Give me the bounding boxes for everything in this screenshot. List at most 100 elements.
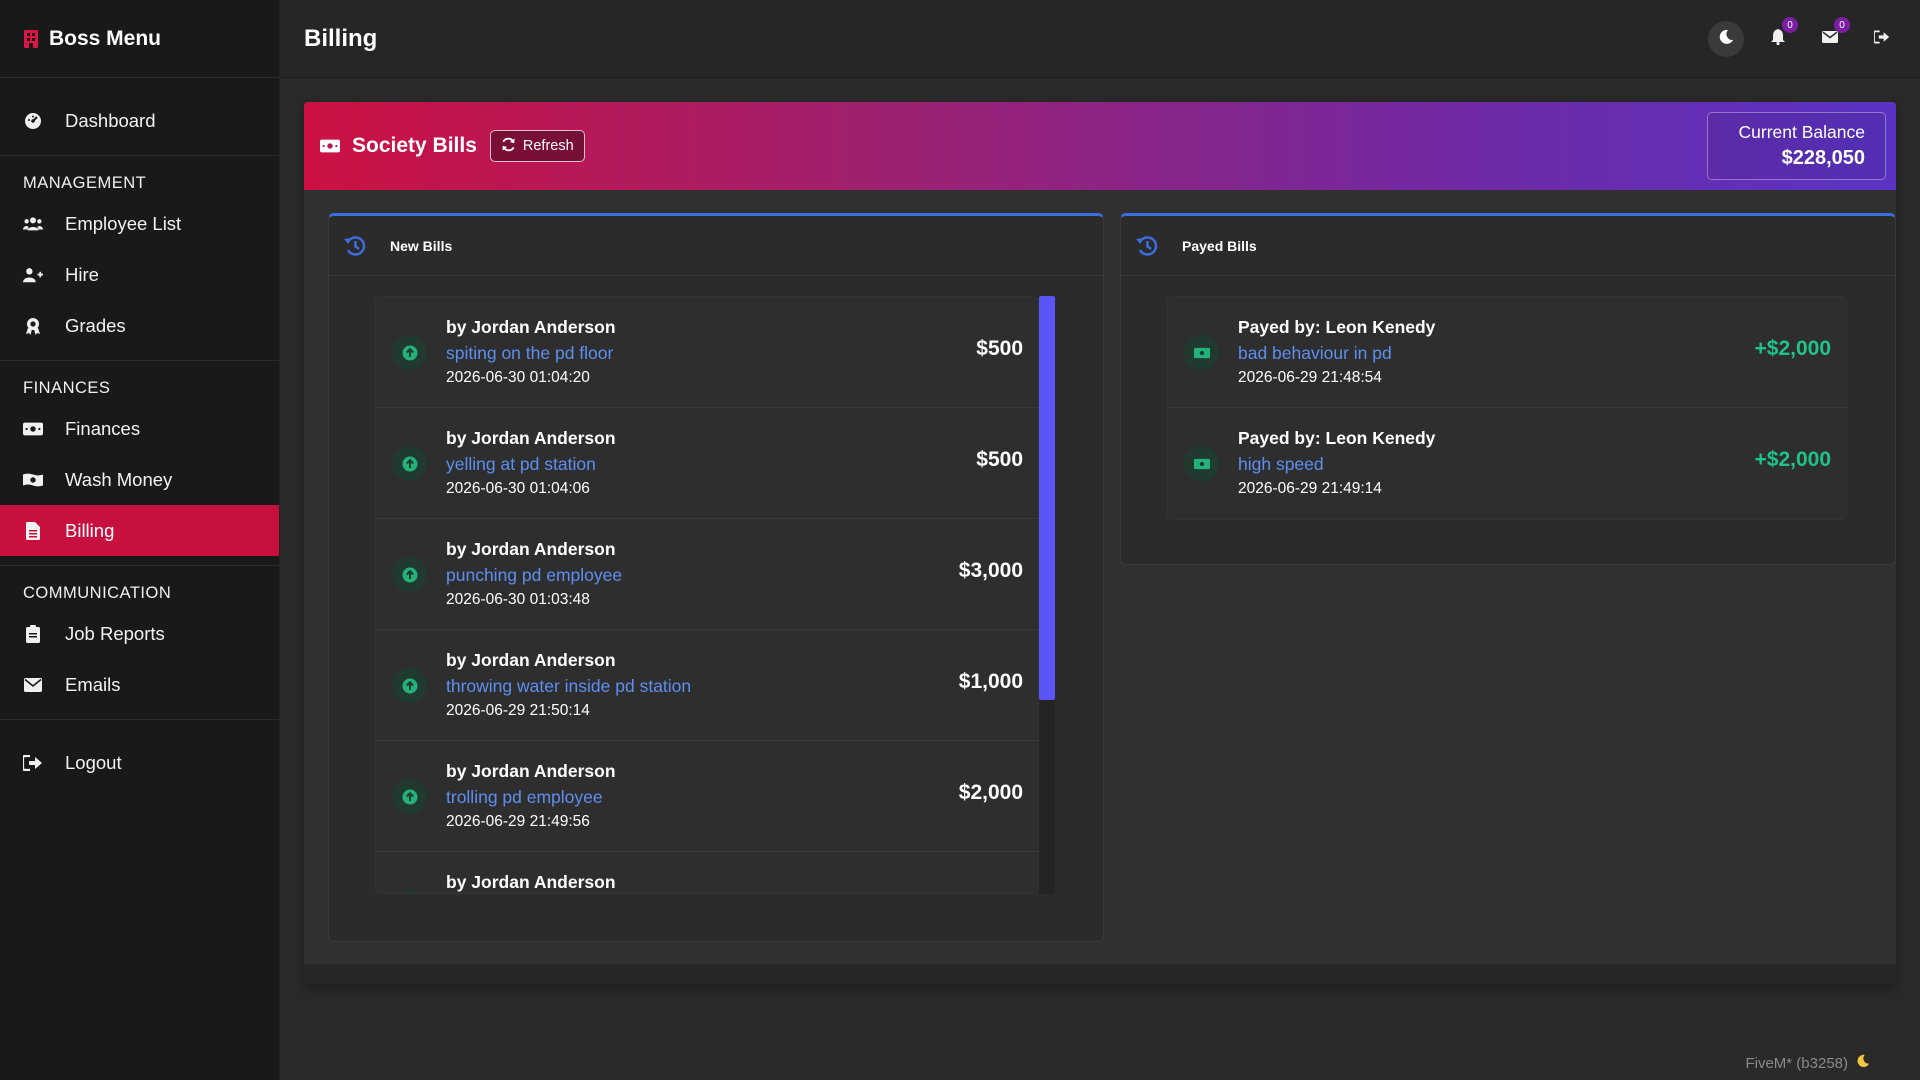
bill-date: 2026-06-29 21:49:14 xyxy=(1238,480,1382,497)
sidebar-item-label: Dashboard xyxy=(65,109,156,131)
list-item[interactable]: by Jordan Anderson punching pd employee … xyxy=(376,519,1038,630)
bill-date: 2026-06-30 01:03:48 xyxy=(446,591,590,608)
card-footer-bar xyxy=(304,964,1896,984)
sidebar-item-label: Job Reports xyxy=(65,622,165,644)
balance-label: Current Balance xyxy=(1738,122,1865,142)
bell-icon xyxy=(1771,28,1785,50)
messages-button[interactable]: 0 xyxy=(1812,17,1850,57)
bill-reason: bad behaviour in pd xyxy=(1238,343,1392,363)
sidebar-item-employee-list[interactable]: Employee List xyxy=(0,198,279,249)
list-item[interactable]: by Jordan Anderson yelling at pd station… xyxy=(376,408,1038,519)
panel-head: New Bills xyxy=(329,216,1103,276)
arrow-up-circle-icon xyxy=(392,890,427,893)
bill-date: 2026-06-30 01:04:06 xyxy=(446,480,590,497)
bill-date: 2026-06-29 21:49:56 xyxy=(446,813,590,830)
building-icon xyxy=(23,29,39,49)
bill-amount: $500 xyxy=(976,448,1023,471)
panel-title: Payed Bills xyxy=(1182,237,1257,254)
sidebar-item-grades[interactable]: Grades xyxy=(0,300,279,351)
sidebar-item-dashboard[interactable]: Dashboard xyxy=(0,95,279,146)
refresh-icon xyxy=(501,137,516,156)
bill-text: by Jordan Anderson throwing water inside… xyxy=(446,650,691,720)
sidebar-item-label: Hire xyxy=(65,263,99,285)
award-icon xyxy=(23,316,43,336)
refresh-label: Refresh xyxy=(522,138,574,154)
arrow-up-circle-icon xyxy=(392,335,427,370)
notifications-badge: 0 xyxy=(1782,17,1798,33)
society-bills-card: Society Bills Refresh Current Balance $2… xyxy=(304,102,1896,984)
sidebar-item-label: Wash Money xyxy=(65,468,173,490)
bill-amount: $3,000 xyxy=(958,559,1023,582)
bill-author: by Jordan Anderson xyxy=(446,428,616,448)
sidebar-item-billing[interactable]: Billing xyxy=(0,505,279,556)
logout-button[interactable] xyxy=(1864,21,1900,57)
bill-text: by Jordan Anderson yelling at pd station… xyxy=(446,428,616,498)
sidebar-item-logout[interactable]: Logout xyxy=(0,737,279,788)
sidebar-item-finances[interactable]: Finances xyxy=(0,403,279,454)
brand-title: Boss Menu xyxy=(49,26,162,50)
payed-bills-panel: Payed Bills Payed by: Leon Kenedy bad be… xyxy=(1120,213,1896,565)
section-management: MANAGEMENT xyxy=(23,173,147,192)
balance-value: $228,050 xyxy=(1781,147,1865,169)
money-bill-wave-icon xyxy=(23,470,43,490)
bill-payer: Payed by: Leon Kenedy xyxy=(1238,428,1436,448)
page-title: Billing xyxy=(304,24,378,52)
user-plus-icon xyxy=(23,265,43,285)
payed-bills-list-wrap: Payed by: Leon Kenedy bad behaviour in p… xyxy=(1167,296,1847,520)
clipboard-icon xyxy=(23,624,43,644)
bill-date: 2026-06-29 21:50:14 xyxy=(446,702,590,719)
sidebar-item-emails[interactable]: Emails xyxy=(0,659,279,710)
sidebar-item-job-reports[interactable]: Job Reports xyxy=(0,608,279,659)
users-icon xyxy=(23,214,43,234)
bill-text: by Jordan Anderson punching pd employee … xyxy=(446,539,622,609)
current-balance: Current Balance $228,050 xyxy=(1707,112,1886,180)
sidebar-item-label: Grades xyxy=(65,314,126,336)
bill-author: by Jordan Anderson xyxy=(446,539,616,559)
envelope-icon xyxy=(23,675,43,695)
list-item[interactable]: by Jordan Anderson xyxy=(376,852,1038,893)
scrollbar[interactable] xyxy=(1039,296,1055,894)
messages-badge: 0 xyxy=(1834,17,1850,33)
history-icon xyxy=(343,234,367,258)
refresh-button[interactable]: Refresh xyxy=(489,130,585,162)
bill-text: by Jordan Anderson xyxy=(446,872,616,893)
crescent-moon-icon xyxy=(1856,1054,1870,1072)
list-item[interactable]: by Jordan Anderson spiting on the pd flo… xyxy=(376,297,1038,408)
top-actions: 0 0 xyxy=(1692,0,1900,78)
bill-author: by Jordan Anderson xyxy=(446,761,616,781)
money-bill-icon xyxy=(23,419,43,439)
topbar: Billing 0 0 xyxy=(280,0,1920,78)
bill-reason: throwing water inside pd station xyxy=(446,676,692,696)
list-item[interactable]: by Jordan Anderson throwing water inside… xyxy=(376,630,1038,741)
list-item[interactable]: Payed by: Leon Kenedy bad behaviour in p… xyxy=(1168,297,1846,408)
scrollbar-thumb[interactable] xyxy=(1039,296,1055,700)
sidebar-item-hire[interactable]: Hire xyxy=(0,249,279,300)
notifications-button[interactable]: 0 xyxy=(1760,17,1798,57)
bill-payer: Payed by: Leon Kenedy xyxy=(1238,317,1436,337)
bill-author: by Jordan Anderson xyxy=(446,317,616,337)
panel-head: Payed Bills xyxy=(1121,216,1895,276)
bill-reason: yelling at pd station xyxy=(446,454,596,474)
new-bills-list: by Jordan Anderson spiting on the pd flo… xyxy=(375,296,1039,894)
theme-toggle-button[interactable] xyxy=(1708,21,1744,57)
arrow-up-circle-icon xyxy=(392,557,427,592)
sidebar-item-label: Billing xyxy=(65,519,115,541)
bill-text: by Jordan Anderson trolling pd employee … xyxy=(446,761,616,831)
list-item[interactable]: by Jordan Anderson trolling pd employee … xyxy=(376,741,1038,852)
new-bills-list-wrap: by Jordan Anderson spiting on the pd flo… xyxy=(375,296,1055,894)
money-bill-icon xyxy=(320,139,340,153)
sidebar-item-label: Employee List xyxy=(65,212,182,234)
bill-date: 2026-06-30 01:04:20 xyxy=(446,369,590,386)
bill-reason: spiting on the pd floor xyxy=(446,343,614,363)
sign-out-icon xyxy=(1873,30,1890,49)
build-info: FiveM* (b3258) xyxy=(1745,1054,1870,1072)
build-label: FiveM* (b3258) xyxy=(1745,1054,1848,1072)
card-header: Society Bills Refresh Current Balance $2… xyxy=(304,102,1896,190)
bill-amount: $2,000 xyxy=(958,781,1023,804)
list-item[interactable]: Payed by: Leon Kenedy high speed 2026-06… xyxy=(1168,408,1846,519)
sidebar-item-wash-money[interactable]: Wash Money xyxy=(0,454,279,505)
bill-reason: high speed xyxy=(1238,454,1324,474)
new-bills-panel: New Bills by Jordan Anderson spiting on … xyxy=(328,213,1104,942)
card-title: Society Bills xyxy=(352,134,477,157)
bill-reason: punching pd employee xyxy=(446,565,623,585)
